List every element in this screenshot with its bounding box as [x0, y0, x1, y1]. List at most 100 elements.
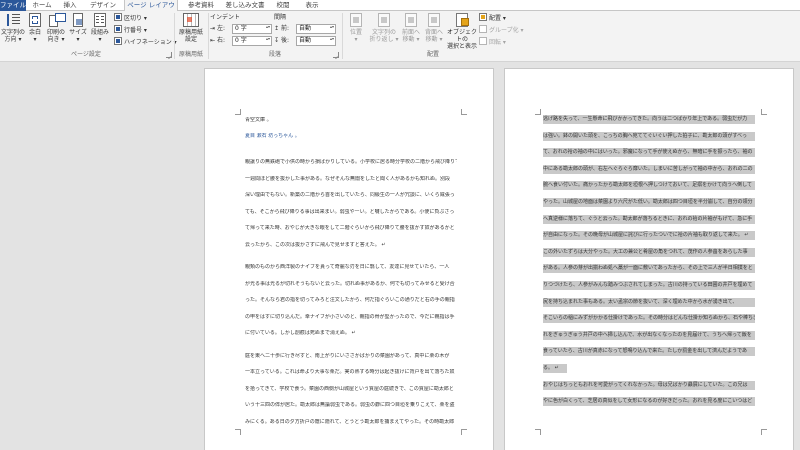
hyphenation-button[interactable]: ハイフネーション ▾	[114, 37, 177, 48]
page-size-icon	[70, 12, 86, 28]
crop-mark	[535, 109, 541, 115]
selected-text-content: そこいらの稲にみずがかかる仕掛けであった。その時分はどんな仕掛か知らぬから、石や…	[543, 315, 755, 322]
tab-home[interactable]: ホーム	[28, 0, 56, 11]
selected-text-line: て、おれの袷の袖の中にはいった。邪魔になって手が使えぬから、無暗に手を振ったら、…	[543, 148, 755, 158]
orientation-label: 印刷の	[46, 29, 65, 36]
group-button[interactable]: グループ化 ▾	[479, 25, 524, 36]
hyphenation-icon	[114, 37, 122, 45]
send-backward-label: 背面へ	[424, 29, 443, 36]
selected-text-content: 逃げ路を失って、一生懸命に飛びかかってきた。向うは二つばかり年上である。弱虫だが…	[543, 116, 748, 122]
size-button[interactable]: サイズ ▾	[68, 12, 88, 50]
text-direction-button[interactable]: 文字列の 方向 ▾	[1, 12, 25, 50]
author-title: 夏目 漱石 坊っちゃん 。	[245, 133, 300, 139]
size-sublabel: ▾	[76, 36, 80, 43]
tab-view[interactable]: 表示	[300, 0, 324, 11]
position-button[interactable]: 位置 ▾	[344, 12, 368, 50]
size-label: サイズ	[69, 29, 87, 36]
body-text-line: いう十三四の倅が居た。勘太郎は無論弱虫である。弱虫の癖に四つ目垣を乗りこえて、栗…	[245, 402, 455, 408]
text-direction-sublabel: 方向 ▾	[4, 36, 22, 43]
wrap-text-button[interactable]: 文字列の 折り返し ▾	[369, 12, 399, 50]
tab-design[interactable]: デザイン	[86, 0, 120, 11]
tab-insert[interactable]: 挿入	[58, 0, 82, 11]
spacing-before-spinner[interactable]: 自動	[296, 24, 336, 34]
breaks-icon	[114, 13, 122, 21]
send-backward-button[interactable]: 背面へ 移動 ▾	[423, 12, 445, 50]
line-numbers-label: 行番号 ▾	[124, 27, 147, 34]
paragraph-launcher-icon[interactable]	[333, 52, 339, 58]
body-text-line: 云ったから、この次は抜かさずに飛んで見せますと答えた。 ↵	[245, 241, 386, 248]
selected-text-line: が自由になった。その晩母が山城屋に詫びに行ったついでに袷の片袖も取り返して来た。…	[543, 231, 755, 241]
selection-pane-icon	[454, 12, 470, 28]
indent-right-spinner[interactable]: 0 字	[232, 36, 272, 46]
indent-left-spinner[interactable]: 0 字	[232, 24, 272, 34]
bring-forward-icon	[403, 12, 419, 28]
group-icon	[479, 25, 487, 33]
selected-text-content: て、おれの袷の袖の中にはいった。邪魔になって手が使えぬから、無暗に手を振ったら、…	[543, 149, 753, 156]
position-icon	[348, 12, 364, 28]
text-direction-label: 文字列の	[1, 29, 26, 36]
send-backward-sublabel: 移動 ▾	[425, 36, 443, 43]
text-direction-icon	[5, 12, 21, 28]
spacing-after-row: ↧ 後: 自動	[274, 36, 336, 46]
selected-text-content: りつづけたら、人参がみんな踏みつぶされてしまった。古川の持っている田圃の井戸を埋…	[543, 282, 753, 288]
bring-forward-button[interactable]: 前面へ 移動 ▾	[400, 12, 422, 50]
selected-text-content: る。 ↵	[543, 365, 559, 371]
margins-button[interactable]: 余白 ▾	[26, 12, 44, 50]
manuscript-group-label: 原稿用紙	[178, 51, 203, 58]
orientation-icon	[48, 12, 66, 28]
selected-text-line: やった。山城屋の地面は菜園より六尺がた低い。勘太郎は四つ目垣を半分崩して、自分の…	[543, 198, 755, 207]
arrange-group-label: 配置	[426, 51, 439, 58]
indent-left-label: ⇥ 左:	[210, 25, 225, 32]
body-text-line: ても、そこから飛び降りる事は出来まい。弱虫やーい。と囃したからである。小使に負ぶ…	[245, 208, 455, 215]
manuscript-label: 原稿用紙	[178, 29, 203, 36]
selection-pane-button[interactable]: オブジェクトの 選択と表示	[446, 12, 478, 50]
body-text-line: が光る事は光るが切れそうもないと云った。切れぬ事があるか、何でも切ってみせると受…	[245, 280, 455, 287]
tab-file[interactable]: ファイル	[0, 0, 26, 11]
selected-text-content: へ真逆様に落ちて、ぐうと云った。勘太郎が落ちるときに、おれの袷の片袖がもげて、急…	[543, 215, 753, 222]
bring-forward-sublabel: 移動 ▾	[402, 36, 420, 43]
columns-button[interactable]: 段組み ▾	[89, 12, 111, 50]
spacing-before-label: ↥ 前:	[274, 25, 289, 32]
selected-text-line: へ真逆様に落ちて、ぐうと云った。勘太郎が落ちるときに、おれの袷の片袖がもげて、急…	[543, 214, 755, 224]
rotate-label: 回転 ▾	[489, 39, 506, 46]
tab-references[interactable]: 参考資料	[184, 0, 218, 11]
page-setup-launcher-icon[interactable]	[166, 52, 172, 58]
indent-right-row: ⇤ 右: 0 字	[210, 36, 272, 46]
selected-text-content: おやじはちっともおれを可愛がってくれなかった。母は兄ばかり贔屓にしていた。この兄…	[543, 381, 748, 388]
body-text-line: みにくる。ある日の夕方折戸の蔭に隠れて、とうとう勘太郎を捕まえてやった。その時勘…	[245, 418, 455, 425]
spacing-before-icon: ↥	[274, 25, 280, 32]
rotate-button[interactable]: 回転 ▾	[479, 37, 506, 48]
source-title: 青空文庫 。	[245, 117, 272, 123]
selected-text-content: れをぎゅうぎゅう井戸の中へ挿し込んで、水が出なくなったのを見届けて、うちへ帰って…	[543, 331, 752, 338]
document-page-1[interactable]: 青空文庫 。夏目 漱石 坊っちゃん 。親譲りの無鉄砲で小供の時から損ばかりしてい…	[204, 68, 494, 450]
crop-mark	[535, 429, 541, 435]
indent-left-icon: ⇥	[210, 25, 216, 32]
body-text-line: て帰って来た時、おやじが大きな眼をして二階ぐらいから飛び降りて腰を抜かす奴がある…	[245, 225, 455, 231]
manuscript-sublabel: 設定	[184, 36, 197, 43]
bring-forward-label: 前面へ	[401, 29, 420, 36]
selected-text-content: やに色が白くって、芝居の真似をして女形になるのが好きだった。おれを見る度にこいつ…	[543, 398, 753, 405]
manuscript-settings-button[interactable]: 原稿用紙 設定	[176, 12, 206, 50]
body-text-line: 親類のものから西洋製のナイフを貰って奇麗な刃を日に翳して、友達に見せていたら、一…	[245, 264, 450, 270]
selected-text-content: やった。山城屋の地面は菜園より六尺がた低い。勘太郎は四つ目垣を半分崩して、自分の…	[543, 199, 753, 205]
tab-review[interactable]: 校閲	[272, 0, 294, 11]
line-numbers-button[interactable]: 行番号 ▾	[114, 25, 147, 36]
document-page-2[interactable]: 逃げ路を失って、一生懸命に飛びかかってきた。向うは二つばかり年上である。弱虫だが…	[504, 68, 794, 450]
selected-text-line: 腕へ食い付いた。痛かったから勘太郎を垣根へ押しつけておいて、足搦をかけて向うへ倒…	[543, 181, 755, 191]
line-numbers-icon	[114, 25, 122, 33]
margins-label: 余白	[28, 29, 41, 36]
breaks-button[interactable]: 区切り ▾	[114, 13, 147, 24]
align-label: 配置 ▾	[489, 15, 506, 22]
selected-text-content: が自由になった。その晩母が山城屋に詫びに行ったついでに袷の片袖も取り返して来た。…	[543, 232, 749, 239]
align-button[interactable]: 配置 ▾	[479, 13, 506, 24]
orientation-button[interactable]: 印刷の 向き ▾	[45, 12, 67, 50]
spacing-before-row: ↥ 前: 自動	[274, 24, 336, 34]
selected-text-content: 尻を持ち込まれた事もある。太い孟宗の節を抜いて、深く埋めた中から水が湧き出て、	[543, 298, 738, 305]
tab-mailings[interactable]: 差し込み文書	[222, 0, 268, 11]
selected-text-line: りつづけたら、人参がみんな踏みつぶされてしまった。古川の持っている田圃の井戸を埋…	[543, 281, 755, 290]
selected-text-content: この外いたずらは大分やった。大工の兼公と肴屋の角をつれて、茂作の人参畠をあらした…	[543, 248, 748, 255]
selected-text-line: 尻を持ち込まれた事もある。太い孟宗の節を抜いて、深く埋めた中から水が湧き出て、	[543, 297, 755, 307]
selected-text-line: る。 ↵	[543, 364, 567, 373]
body-text-line: 深い理由でもない。新築の二階から首を出していたら、同級生の一人が冗談に、いくら威…	[245, 192, 455, 198]
spacing-after-spinner[interactable]: 自動	[296, 36, 336, 46]
